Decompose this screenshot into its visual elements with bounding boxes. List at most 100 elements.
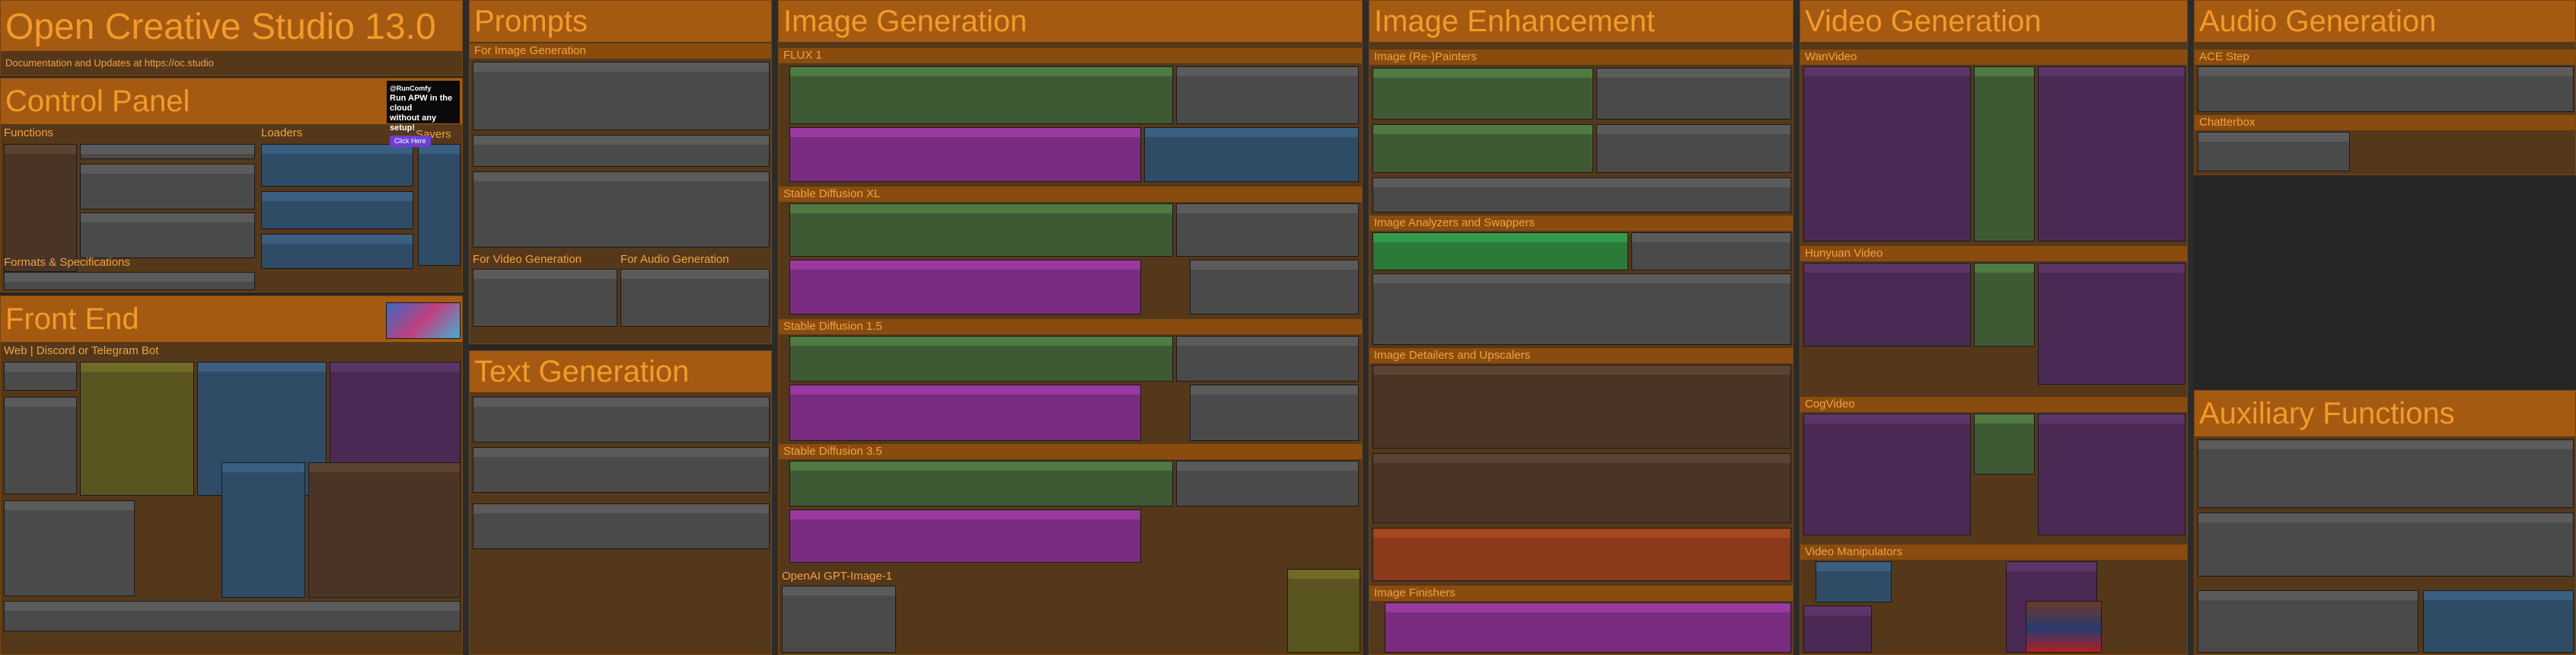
node[interactable] (2038, 414, 2185, 535)
group-audio-generation[interactable]: Audio Generation ACE Step Chatterbox (2194, 0, 2576, 175)
node[interactable] (80, 164, 255, 209)
studio-tagline[interactable]: Documentation and Updates at https://oc.… (5, 56, 214, 71)
node[interactable] (473, 62, 770, 130)
node[interactable] (789, 336, 1173, 382)
node[interactable] (2198, 132, 2350, 171)
node[interactable] (1372, 365, 1791, 449)
node[interactable] (789, 203, 1173, 257)
node[interactable] (1803, 414, 1971, 535)
group-image-generation[interactable]: Image Generation FLUX 1 Stable Diffusion… (778, 0, 1363, 655)
functions-label: Functions (4, 126, 54, 139)
node[interactable] (782, 586, 896, 653)
node[interactable] (620, 269, 770, 327)
node[interactable] (1176, 336, 1359, 382)
node[interactable] (1372, 528, 1791, 581)
group-video-generation[interactable]: Video Generation WanVideo Hunyuan Video … (1800, 0, 2188, 655)
node[interactable] (1596, 124, 1791, 173)
node[interactable] (473, 171, 770, 248)
node[interactable] (1385, 602, 1791, 653)
cloud-ad-banner[interactable]: @RunComfy Run APW in the cloud without a… (387, 81, 460, 147)
analyzers-label: Image Analyzers and Swappers (1369, 216, 1793, 231)
node[interactable] (473, 447, 770, 493)
node[interactable] (4, 601, 461, 631)
node[interactable] (4, 272, 255, 290)
painters-label: Image (Re-)Painters (1369, 50, 1793, 65)
node[interactable] (1287, 569, 1360, 653)
node[interactable] (1372, 453, 1791, 523)
node[interactable] (1596, 68, 1791, 120)
openai-label: OpenAI GPT-Image-1 (782, 570, 893, 583)
ace-step-label: ACE Step (2195, 50, 2575, 65)
audio-title: Audio Generation (2195, 1, 2575, 42)
node[interactable] (1816, 561, 1892, 602)
column-control: Open Creative Studio 13.0 Documentation … (0, 0, 463, 655)
node[interactable] (789, 260, 1141, 315)
node[interactable] (789, 461, 1173, 506)
node[interactable] (261, 234, 413, 269)
node[interactable] (80, 362, 194, 496)
node[interactable] (473, 397, 770, 443)
sdxl-label: Stable Diffusion XL (779, 187, 1362, 202)
ad-line2: without any setup! (390, 113, 437, 133)
node[interactable] (80, 212, 255, 258)
group-auxiliary-functions[interactable]: Auxiliary Functions (2194, 390, 2576, 655)
column-image-enhancement: Image Enhancement Image (Re-)Painters Im… (1369, 0, 1793, 655)
node[interactable] (80, 144, 255, 159)
aux-title: Auxiliary Functions (2195, 391, 2575, 436)
node[interactable] (2198, 513, 2574, 577)
node[interactable] (1974, 263, 2035, 347)
node[interactable] (1144, 127, 1359, 182)
node[interactable] (789, 66, 1173, 124)
loaders-label: Loaders (261, 126, 303, 139)
front-end-subtitle: Web | Discord or Telegram Bot (4, 344, 159, 357)
node[interactable] (473, 269, 617, 327)
group-prompts[interactable]: Prompts For Image Generation For Video G… (469, 0, 772, 344)
node[interactable] (2198, 66, 2574, 112)
node[interactable] (789, 385, 1141, 441)
node[interactable] (4, 362, 77, 391)
node[interactable] (789, 510, 1141, 563)
group-studio-header[interactable]: Open Creative Studio 13.0 Documentation … (0, 0, 463, 76)
node[interactable] (1974, 414, 2035, 474)
node[interactable] (2198, 439, 2574, 508)
node[interactable] (4, 397, 77, 494)
ad-click-button[interactable]: Click Here (390, 136, 431, 147)
node[interactable] (473, 135, 770, 167)
node[interactable] (1803, 66, 1971, 241)
node[interactable] (473, 503, 770, 549)
group-front-end[interactable]: Front End Web | Discord or Telegram Bot (0, 296, 463, 655)
node[interactable] (1176, 66, 1359, 124)
node[interactable] (1372, 124, 1593, 173)
node[interactable] (1372, 68, 1593, 120)
node[interactable] (1372, 177, 1791, 212)
node[interactable] (789, 127, 1141, 182)
node[interactable] (2198, 590, 2418, 653)
node[interactable] (1631, 232, 1791, 270)
front-end-preview-image (386, 302, 461, 339)
node[interactable] (261, 144, 413, 187)
node[interactable] (1974, 66, 2035, 241)
node[interactable] (222, 462, 305, 598)
node[interactable] (2038, 66, 2185, 241)
enhance-title: Image Enhancement (1369, 1, 1793, 42)
node[interactable] (1803, 263, 1971, 347)
node[interactable] (1176, 461, 1359, 506)
node[interactable] (1190, 260, 1359, 315)
column-prompts: Prompts For Image Generation For Video G… (469, 0, 772, 655)
group-text-generation[interactable]: Text Generation (469, 350, 772, 655)
node[interactable] (330, 362, 461, 465)
node[interactable] (4, 500, 135, 596)
node[interactable] (1190, 385, 1359, 441)
node[interactable] (2038, 263, 2185, 385)
group-image-enhancement[interactable]: Image Enhancement Image (Re-)Painters Im… (1369, 0, 1793, 655)
node[interactable] (418, 144, 461, 266)
node[interactable] (261, 191, 413, 229)
node[interactable] (1372, 273, 1791, 345)
node[interactable] (308, 462, 461, 598)
node[interactable] (1176, 203, 1359, 257)
node[interactable] (1803, 605, 1872, 653)
node[interactable] (2423, 590, 2574, 653)
node[interactable] (1372, 232, 1628, 270)
node[interactable] (4, 144, 77, 272)
prompts-video-gen-label: For Video Generation (473, 253, 582, 266)
